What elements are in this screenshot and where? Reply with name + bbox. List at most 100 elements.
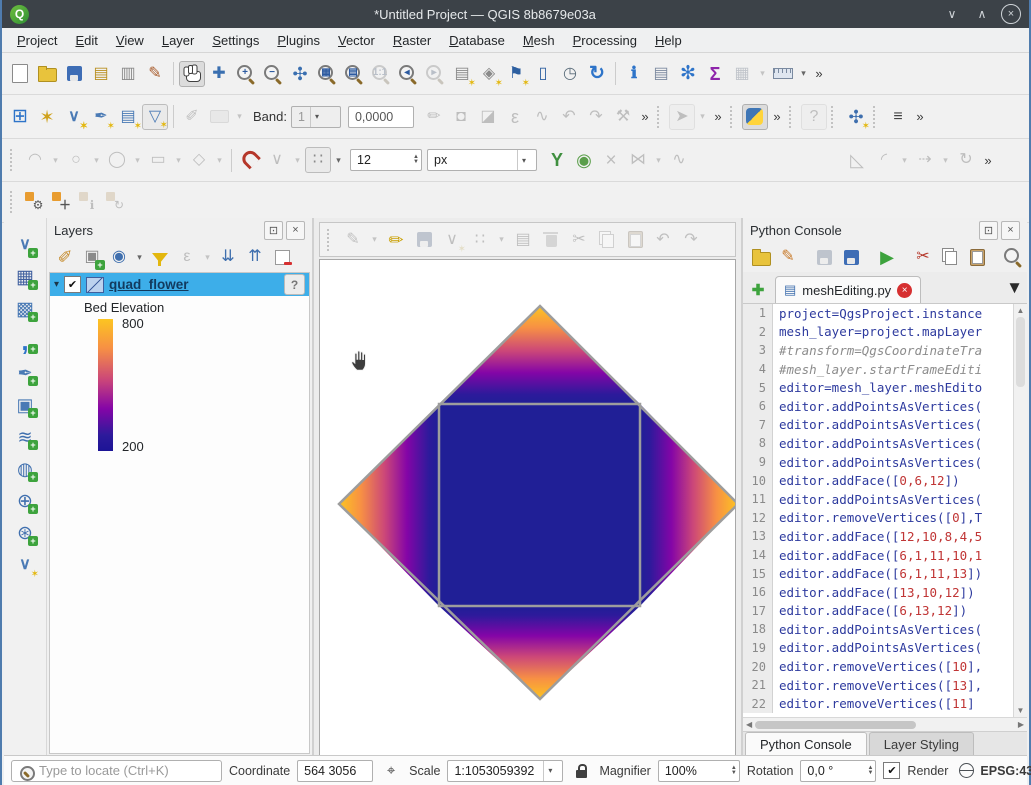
- save-edits-button[interactable]: [411, 227, 437, 253]
- circle-dropdown[interactable]: ▾: [90, 147, 103, 173]
- menu-layer[interactable]: Layer: [153, 31, 204, 50]
- open-project-button[interactable]: [34, 61, 60, 87]
- magnifier-spinner[interactable]: 100% ▲▼: [658, 760, 740, 782]
- run-script-button[interactable]: ▶: [874, 244, 900, 270]
- python-console-button[interactable]: [742, 104, 768, 130]
- rectangle-button[interactable]: ▭: [145, 147, 171, 173]
- add-wfs-layer-button[interactable]: ⊕: [12, 488, 38, 514]
- cad-tools-button[interactable]: ◺: [844, 147, 870, 173]
- menu-raster[interactable]: Raster: [384, 31, 440, 50]
- add-wcs-layer-button[interactable]: ⊛: [12, 520, 38, 546]
- new-tab-button[interactable]: ✚: [747, 279, 769, 301]
- zoom-native-button[interactable]: 1:1: [368, 61, 394, 87]
- menu-help[interactable]: Help: [646, 31, 691, 50]
- mesh-value-input[interactable]: 0,0000: [348, 106, 414, 128]
- help-contents-button[interactable]: ?: [801, 104, 827, 130]
- show-statistics-button[interactable]: Σ: [702, 61, 728, 87]
- expand-all-button[interactable]: ⇊: [215, 244, 241, 270]
- copy-button[interactable]: [937, 244, 963, 270]
- extent-toggle-icon[interactable]: ⌖: [380, 760, 402, 782]
- menu-mesh[interactable]: Mesh: [514, 31, 564, 50]
- rectangle-dropdown[interactable]: ▾: [172, 147, 185, 173]
- remove-layer-button[interactable]: [269, 244, 295, 270]
- add-arcgis-layer-button[interactable]: ◍: [12, 456, 38, 482]
- editor-tabs-dropdown[interactable]: ▼: [1006, 278, 1023, 298]
- close-button[interactable]: ×: [1001, 4, 1021, 24]
- swatch-dropdown[interactable]: ▾: [233, 104, 246, 130]
- editor-vertical-scrollbar[interactable]: ▲ ▼: [1013, 304, 1027, 717]
- mesh-add-button[interactable]: ＋: [49, 189, 75, 215]
- enable-snapping-button[interactable]: [237, 147, 263, 173]
- zoom-to-layer-button[interactable]: ▤: [341, 61, 367, 87]
- filter-legend-button[interactable]: [147, 244, 173, 270]
- rotation-spinner[interactable]: 0,0 ° ▲▼: [800, 760, 876, 782]
- new-mesh-layer-button[interactable]: ▽: [142, 104, 168, 130]
- float-panel-button[interactable]: ⊡: [264, 221, 283, 240]
- open-script-button[interactable]: [748, 244, 774, 270]
- new-3d-map-view-button[interactable]: ◈: [476, 61, 502, 87]
- current-edits-dropdown[interactable]: ▾: [368, 227, 381, 253]
- current-edits-button[interactable]: ✎: [340, 227, 366, 253]
- measure-dropdown[interactable]: ▾: [797, 61, 810, 87]
- measure-button[interactable]: [770, 61, 796, 87]
- menu-database[interactable]: Database: [440, 31, 514, 50]
- tracing-button[interactable]: ∿: [666, 147, 692, 173]
- new-project-button[interactable]: [7, 61, 33, 87]
- zoom-to-selection-button[interactable]: ▦: [314, 61, 340, 87]
- locate-box[interactable]: [11, 760, 222, 782]
- save-project-button[interactable]: [61, 61, 87, 87]
- bucket-fill-button[interactable]: ◘: [448, 104, 474, 130]
- toolbar-overflow-button[interactable]: »: [811, 61, 827, 87]
- undo-button[interactable]: ↶: [556, 104, 582, 130]
- code-editor[interactable]: 1 project=QgsProject.instance 2 mesh_lay…: [743, 303, 1027, 717]
- filter-expression-button[interactable]: ε: [174, 244, 200, 270]
- new-shapefile-layer-button[interactable]: ∨: [61, 104, 87, 130]
- menu-project[interactable]: Project: [8, 31, 66, 50]
- layer-item-quad-flower[interactable]: ▾ ✔ quad_flower ?: [50, 273, 309, 296]
- select-dropdown[interactable]: ▾: [696, 104, 709, 130]
- repair-button[interactable]: ⚒: [610, 104, 636, 130]
- cut-features-button[interactable]: ✂: [566, 227, 592, 253]
- menu-edit[interactable]: Edit: [66, 31, 106, 50]
- snap-on-intersection-button[interactable]: ⋈: [625, 147, 651, 173]
- style-manager-button[interactable]: ✎: [142, 61, 168, 87]
- modify-attributes-button[interactable]: ▤: [510, 227, 536, 253]
- avoid-overlap-button[interactable]: ◉: [571, 147, 597, 173]
- show-spatial-bookmarks-button[interactable]: ▯: [530, 61, 556, 87]
- mesh-info-button[interactable]: ℹ: [76, 189, 102, 215]
- editor-horizontal-scrollbar[interactable]: ◀ ▶: [743, 717, 1027, 731]
- lock-scale-icon[interactable]: [570, 760, 592, 782]
- assign-value-button[interactable]: ✏: [421, 104, 447, 130]
- show-layout-manager-button[interactable]: ▥: [115, 61, 141, 87]
- manage-map-themes-button[interactable]: ◉: [106, 244, 132, 270]
- save-as-button[interactable]: [838, 244, 864, 270]
- pan-to-selection-button[interactable]: ✚: [206, 61, 232, 87]
- list-button[interactable]: ≡: [885, 104, 911, 130]
- save-script-button[interactable]: [811, 244, 837, 270]
- tab-python-console[interactable]: Python Console: [745, 732, 867, 756]
- arc-trace-button[interactable]: ◜: [871, 147, 897, 173]
- layer-visibility-checkbox[interactable]: ✔: [64, 276, 81, 293]
- add-vector-layer-button[interactable]: ∨: [12, 232, 38, 258]
- menu-settings[interactable]: Settings: [203, 31, 268, 50]
- delete-selected-button[interactable]: [538, 227, 564, 253]
- statistical-summary-button[interactable]: ▤: [648, 61, 674, 87]
- paste-button[interactable]: [964, 244, 990, 270]
- cut-button[interactable]: ✂: [910, 244, 936, 270]
- open-layer-styling-button[interactable]: ✐: [52, 244, 78, 270]
- add-delimited-text-layer-button[interactable]: ,: [12, 328, 38, 354]
- scale-combo[interactable]: 1:1053059392 ▾: [447, 760, 563, 782]
- pan-map-button[interactable]: [179, 61, 205, 87]
- attribute-table-dropdown[interactable]: ▾: [756, 61, 769, 87]
- new-shapefile-layer-button[interactable]: ∨: [12, 552, 38, 578]
- mesh-reload-button[interactable]: ↻: [103, 189, 129, 215]
- identify-features-button[interactable]: ℹ: [621, 61, 647, 87]
- interpolate-button[interactable]: ∿: [529, 104, 555, 130]
- vertex-tool-button[interactable]: ∷: [467, 227, 493, 253]
- new-geopackage-layer-button[interactable]: ✶: [34, 104, 60, 130]
- undo-button[interactable]: ↶: [650, 227, 676, 253]
- menu-plugins[interactable]: Plugins: [268, 31, 329, 50]
- temporal-controller-button[interactable]: ◷: [557, 61, 583, 87]
- move-copy-dropdown[interactable]: ▾: [939, 147, 952, 173]
- toolbar-overflow-button[interactable]: »: [769, 104, 785, 130]
